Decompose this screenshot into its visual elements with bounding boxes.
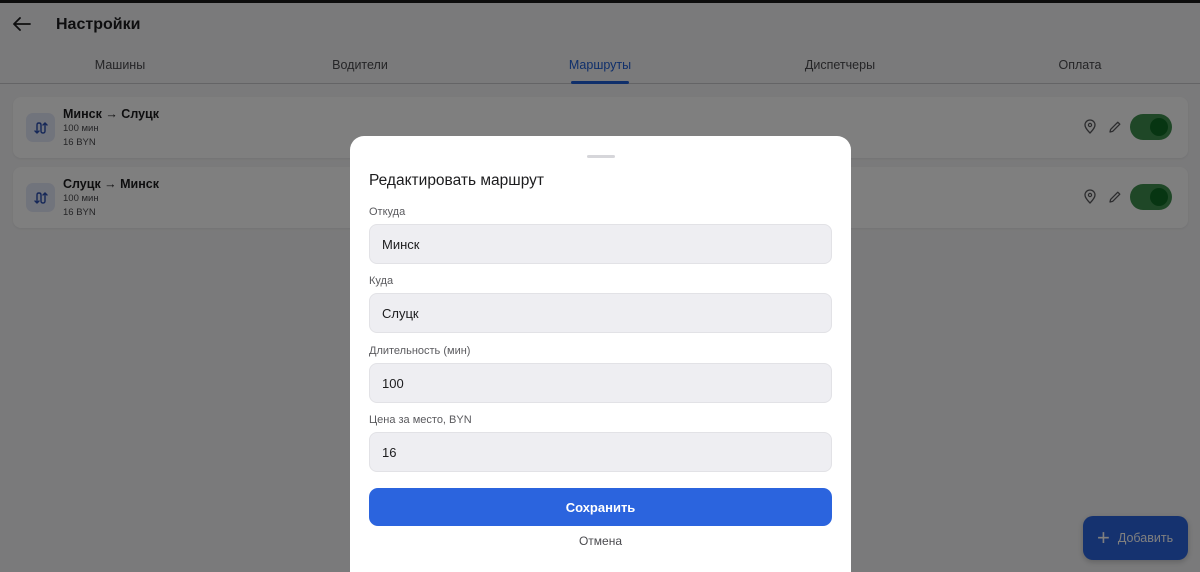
edit-route-dialog: Редактировать маршрут Откуда Минск Куда …	[350, 136, 851, 572]
duration-input[interactable]: 100	[369, 363, 832, 403]
cancel-button[interactable]: Отмена	[350, 534, 851, 548]
from-label: Откуда	[369, 206, 406, 218]
price-input[interactable]: 16	[369, 432, 832, 472]
duration-label: Длительность (мин)	[369, 345, 471, 357]
to-input[interactable]: Слуцк	[369, 293, 832, 333]
from-input[interactable]: Минск	[369, 224, 832, 264]
to-label: Куда	[369, 275, 394, 287]
price-label: Цена за место, BYN	[369, 414, 472, 426]
dialog-title: Редактировать маршрут	[369, 172, 545, 189]
drag-handle[interactable]	[587, 155, 615, 158]
save-button[interactable]: Сохранить	[369, 488, 832, 526]
